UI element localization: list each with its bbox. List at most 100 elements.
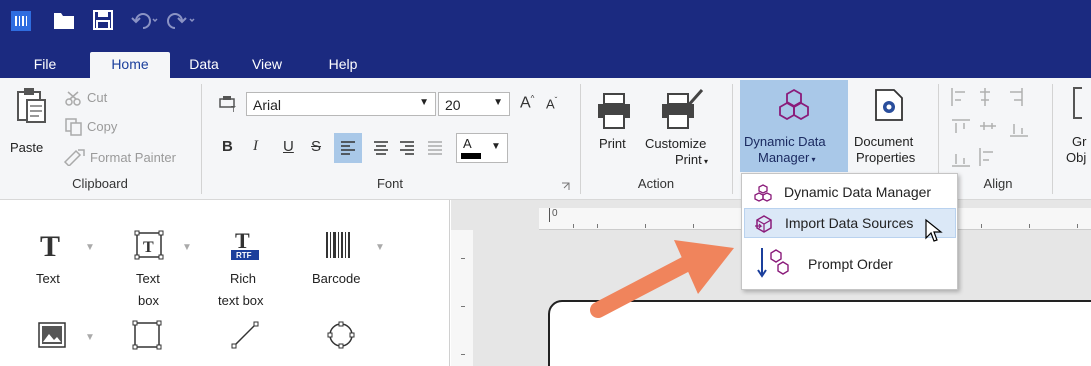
chevron-down-icon: ▼ <box>493 97 503 108</box>
tab-view[interactable]: View <box>242 52 292 78</box>
menu-item-label: Prompt Order <box>808 256 893 272</box>
tab-help[interactable]: Help <box>316 52 370 78</box>
cube-import-icon <box>755 215 772 233</box>
printer-icon <box>598 93 630 129</box>
align-left-icon <box>341 141 355 155</box>
ruler-zero-label: 0 <box>552 208 558 219</box>
ruler-ticks <box>461 230 465 366</box>
tool-barcode[interactable]: Barcode <box>308 230 372 290</box>
chevron-down-icon[interactable]: ▼ <box>375 242 385 253</box>
cubes-icon <box>779 88 809 120</box>
print-button[interactable]: Print <box>590 84 642 172</box>
separator <box>580 84 581 194</box>
ellipse-tool-icon[interactable] <box>326 320 356 350</box>
title-bar <box>0 0 1091 42</box>
underline-button[interactable]: U <box>283 138 294 155</box>
tab-home[interactable]: Home <box>90 52 170 78</box>
document-gear-icon <box>875 89 903 121</box>
group-objects-label-1[interactable]: Gr <box>1072 134 1086 149</box>
ruler-zero-mark <box>549 208 550 222</box>
ddm-label-2: Manager ▾ <box>758 150 816 165</box>
print-label: Print <box>599 136 626 151</box>
customize-label-2: Print ▾ <box>675 152 708 167</box>
bold-button[interactable]: B <box>222 138 233 155</box>
chevron-down-icon[interactable]: ▼ <box>85 242 95 253</box>
svg-text:T: T <box>235 230 250 253</box>
cut-button[interactable]: Cut <box>87 90 107 105</box>
shrink-font-label: A <box>546 96 555 112</box>
menu-item-label: Import Data Sources <box>785 215 914 231</box>
tool-text-box[interactable]: T Text box <box>130 230 174 310</box>
format-painter-button[interactable]: Format Painter <box>90 150 176 165</box>
barcode-tool-icon <box>326 232 350 258</box>
separator <box>201 84 202 194</box>
picture-tool-icon[interactable] <box>38 322 66 348</box>
tab-file[interactable]: File <box>22 52 68 78</box>
customize-label-2-text: Print <box>675 152 702 167</box>
printer-brush-icon <box>662 89 704 129</box>
menu-item-prompt-order[interactable]: Prompt Order <box>744 242 956 286</box>
menu-item-label: Dynamic Data Manager <box>784 184 932 200</box>
chevron-down-icon[interactable]: ▼ <box>85 332 95 343</box>
app-logo-icon <box>11 11 31 31</box>
justify-icon[interactable] <box>428 141 442 155</box>
ribbon-tab-bar: File Home Data View Help <box>0 42 1091 78</box>
strikethrough-button[interactable]: S <box>311 138 321 155</box>
doc-props-label-2: Properties <box>856 150 916 165</box>
customize-print-button[interactable]: Customize Print ▾ <box>642 84 722 172</box>
align-group-label: Align <box>983 176 1013 191</box>
tool-text[interactable]: T Text <box>30 230 80 290</box>
tool-rich-text-box[interactable]: T RTF Rich text box <box>214 230 278 310</box>
font-color-button[interactable]: A ▼ <box>456 133 508 163</box>
rich-text-label-1: Rich <box>230 271 257 286</box>
align-center-icon[interactable] <box>374 141 388 155</box>
grow-font-button[interactable]: A^ <box>520 94 534 112</box>
svg-text:T: T <box>40 230 60 260</box>
paste-icon <box>17 88 46 123</box>
toolbox-panel: T Text ▼ T Text box ▼ T RTF Rich text bo… <box>0 200 450 366</box>
text-tool-icon: T <box>40 230 60 260</box>
font-family-select[interactable]: Arial ▼ <box>246 92 436 116</box>
text-tool-label: Text <box>36 271 60 286</box>
document-properties-button[interactable]: Document Properties <box>850 84 930 172</box>
action-group-label: Action <box>637 176 675 191</box>
tab-data[interactable]: Data <box>180 52 228 78</box>
open-folder-icon[interactable] <box>52 9 76 31</box>
align-left-button[interactable] <box>334 133 362 163</box>
cubes-icon <box>754 184 772 202</box>
annotation-arrow <box>590 240 734 318</box>
italic-button[interactable]: I <box>253 138 258 155</box>
format-painter-icon <box>63 149 85 166</box>
align-objects-icons[interactable] <box>950 86 1040 176</box>
align-right-icon[interactable] <box>400 141 414 155</box>
font-color-swatch <box>461 153 481 159</box>
font-size-value: 20 <box>445 97 461 113</box>
paste-button[interactable]: Paste <box>8 82 58 162</box>
rich-text-label-2: text box <box>218 293 264 308</box>
barcode-tool-label: Barcode <box>312 271 361 286</box>
font-size-select[interactable]: 20 ▼ <box>438 92 510 116</box>
chevron-down-icon[interactable]: ▼ <box>182 242 192 253</box>
grow-font-label: A <box>520 94 531 112</box>
text-box-tool-icon: T <box>134 230 164 260</box>
line-tool-icon[interactable] <box>230 320 260 350</box>
font-type-icon: T <box>219 96 236 112</box>
rectangle-tool-icon[interactable] <box>132 320 162 350</box>
caret-up-icon: ^ <box>530 94 535 103</box>
copy-button[interactable]: Copy <box>87 119 117 134</box>
font-color-letter: A <box>463 136 472 151</box>
rich-text-tool-icon: T RTF <box>231 230 259 260</box>
save-icon[interactable] <box>92 9 114 31</box>
group-objects-label-2[interactable]: Obj <box>1066 150 1086 165</box>
redo-icon[interactable] <box>164 9 198 31</box>
svg-text:T: T <box>231 105 236 112</box>
undo-icon[interactable] <box>130 9 160 31</box>
shrink-font-button[interactable]: Aˇ <box>546 96 557 111</box>
dialog-launcher-icon[interactable] <box>561 182 570 191</box>
ddm-label-2-text: Manager <box>758 150 810 165</box>
menu-item-dynamic-data-manager[interactable]: Dynamic Data Manager <box>744 177 956 207</box>
dynamic-data-manager-button[interactable]: Dynamic Data Manager ▾ <box>740 80 848 172</box>
group-objects-icon <box>1073 87 1082 119</box>
vertical-ruler <box>451 230 473 366</box>
svg-text:T: T <box>143 239 154 256</box>
